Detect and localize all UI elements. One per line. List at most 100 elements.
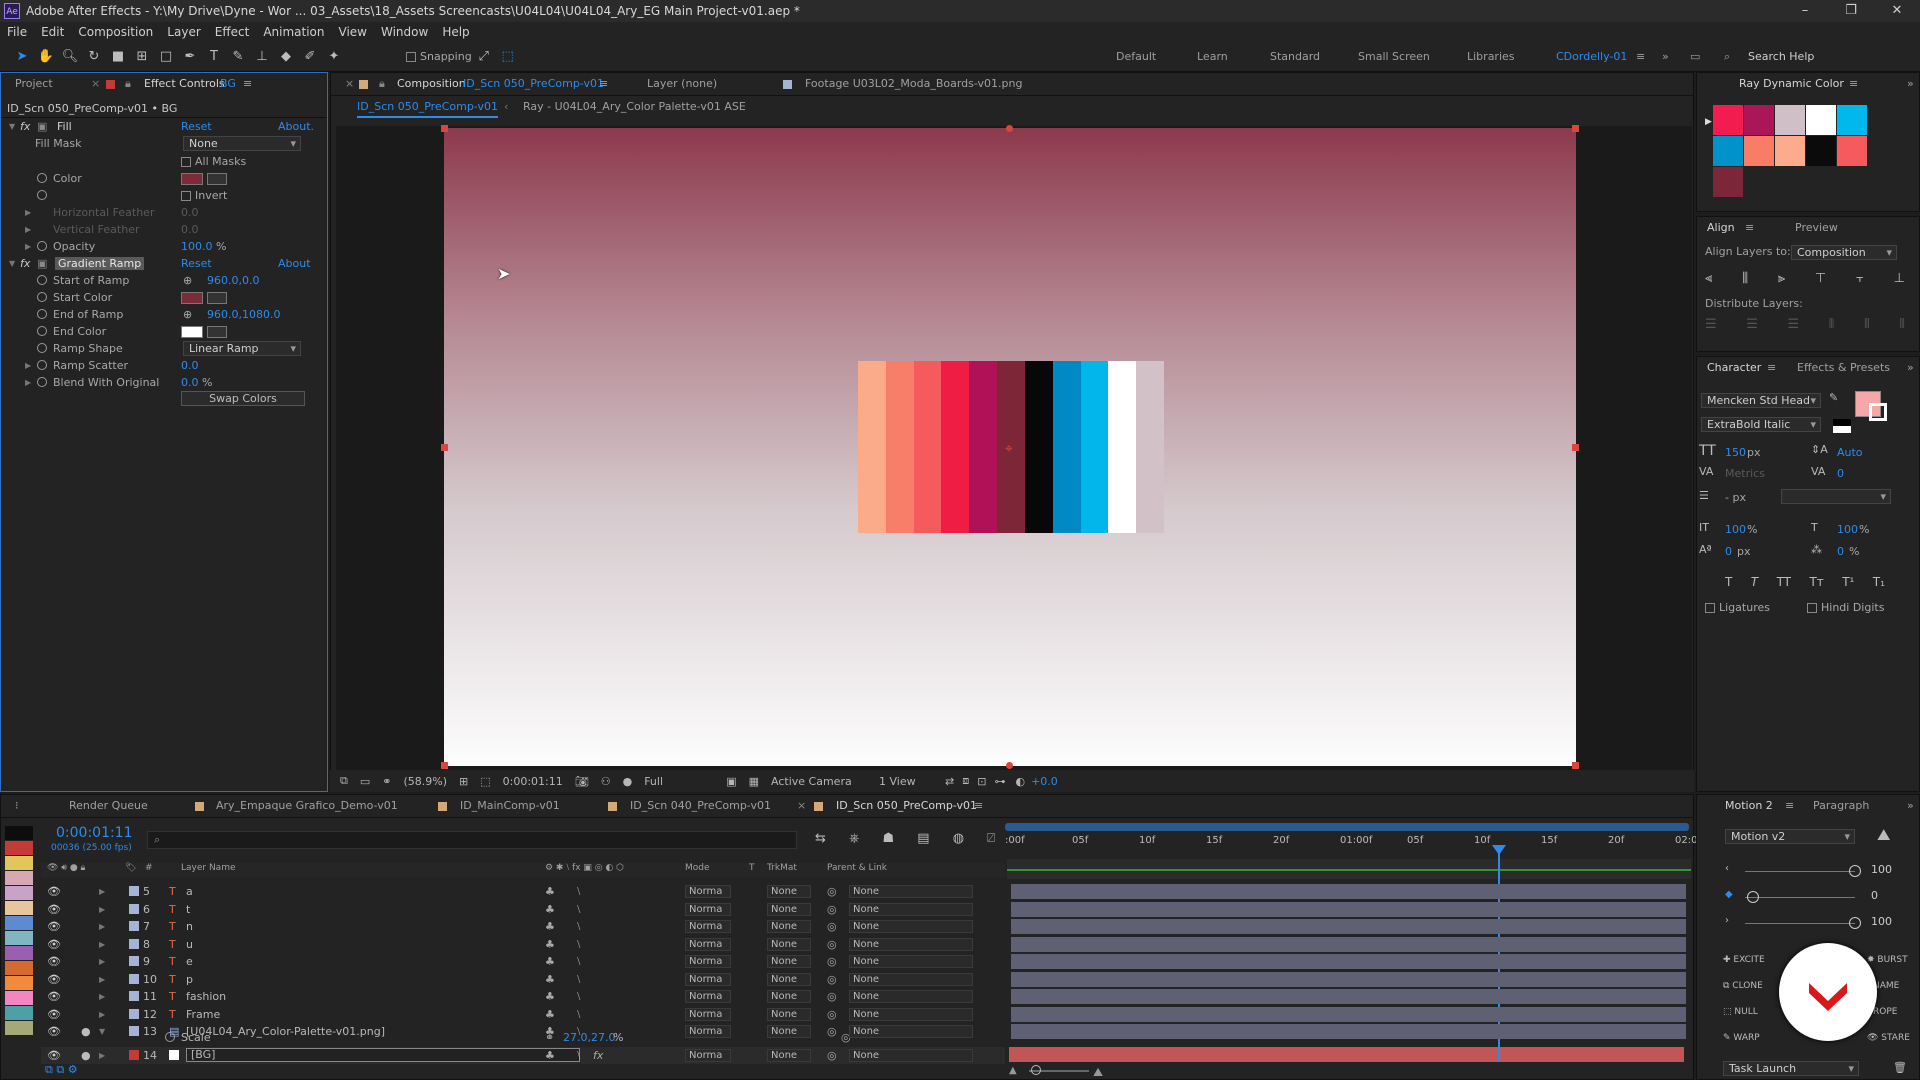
zoom-tool-icon[interactable]: 🔍︎ [58, 45, 82, 69]
pickwhip-icon[interactable]: ◎ [827, 918, 837, 935]
trkmat-dropdown[interactable]: None [767, 1049, 811, 1062]
timeline-timecode[interactable]: 0:00:01:11 [56, 825, 133, 841]
expand-panels-icon[interactable]: » [1907, 75, 1914, 93]
layer-label-color[interactable] [129, 921, 139, 931]
ray-color-swatch[interactable] [1713, 136, 1743, 166]
current-time[interactable]: 0:00:01:11 [503, 775, 563, 788]
eyedropper-icon[interactable] [207, 326, 227, 338]
panel-menu-icon[interactable]: ≡ [1785, 797, 1794, 815]
layer-name[interactable]: e [186, 953, 193, 970]
brush-tool-icon[interactable]: ✎ [226, 45, 250, 69]
swap-colors-button[interactable]: Swap Colors [181, 391, 305, 406]
tab-paragraph[interactable]: Paragraph [1813, 797, 1869, 815]
motion-version-dropdown[interactable]: Motion v2 [1725, 829, 1855, 844]
trkmat-dropdown[interactable]: None [767, 920, 811, 933]
mode-dropdown[interactable]: Norma [685, 1007, 731, 1021]
parent-dropdown[interactable]: None [849, 1049, 973, 1062]
grid-icon[interactable]: ⊞ [459, 775, 468, 788]
expand-layer-icon[interactable]: ▶ [99, 1047, 105, 1064]
expand-gradient-icon[interactable]: ▼ [9, 255, 15, 272]
baseline-shift-value[interactable]: 0 [1725, 545, 1732, 558]
quality-switch-icon[interactable]: ⧵ [577, 1006, 580, 1023]
visibility-eye-icon[interactable]: 👁︎ [47, 953, 61, 970]
pan-behind-tool-icon[interactable]: ⊞ [130, 45, 154, 69]
font-style-dropdown[interactable]: ExtraBold Italic [1701, 417, 1821, 432]
palette-arrow-icon[interactable]: ▶ [1705, 117, 1712, 127]
breadcrumb-precomp[interactable]: Ray - U04L04_Ary_Color Palette-v01 ASE [523, 98, 746, 116]
label-color-chip[interactable] [5, 991, 33, 1005]
label-color-chip[interactable] [5, 841, 33, 855]
layer-handle[interactable] [1572, 762, 1579, 769]
tsume-value[interactable]: 0 [1837, 545, 1844, 558]
maximize-button[interactable]: ❐ [1828, 0, 1874, 22]
fill-mask-dropdown[interactable]: None [183, 136, 301, 151]
ramp-shape-dropdown[interactable]: Linear Ramp [183, 341, 301, 356]
layer-handle[interactable] [1006, 762, 1013, 769]
distribute-hcenter-icon[interactable]: ⦀ [1864, 317, 1870, 332]
layer-name[interactable]: [U04L04_Ary_Color-Palette-v01.png] [186, 1023, 385, 1040]
tracking-value[interactable]: 0 [1837, 467, 1844, 480]
parent-dropdown[interactable]: None [849, 937, 973, 951]
workspace-learn[interactable]: Learn [1197, 42, 1228, 72]
pickwhip-icon[interactable]: ◎ [827, 936, 837, 953]
clone-button[interactable]: ⧉ CLONE [1723, 981, 1763, 991]
lock-icon[interactable]: 🔒︎ [125, 75, 131, 93]
label-color-chip[interactable] [5, 961, 33, 975]
tab-character[interactable]: Character [1707, 359, 1761, 377]
anchor-point-icon[interactable]: ⌖ [1005, 441, 1013, 457]
stopwatch-icon[interactable] [37, 241, 47, 251]
layer-label-color[interactable] [129, 1026, 139, 1036]
align-hcenter-icon[interactable]: ⫼ [1742, 271, 1748, 286]
workspace-default[interactable]: Default [1116, 42, 1156, 72]
all-masks-checkbox[interactable]: All Masks [181, 153, 246, 170]
tab-align[interactable]: Align [1707, 219, 1735, 237]
layer-handle[interactable] [1572, 125, 1579, 132]
label-color-chip[interactable] [5, 931, 33, 945]
menu-effect[interactable]: Effect [215, 25, 250, 39]
distribute-right-icon[interactable]: ⦀ [1899, 317, 1905, 332]
label-color-chip[interactable] [5, 901, 33, 915]
ray-color-swatch[interactable] [1744, 136, 1774, 166]
menu-animation[interactable]: Animation [263, 25, 324, 39]
panel-menu-icon[interactable]: ≡ [243, 75, 252, 93]
menu-view[interactable]: View [339, 25, 367, 39]
quality-switch-icon[interactable]: ⧵ [577, 988, 580, 1005]
channels-icon[interactable]: ● [623, 775, 633, 788]
label-color-chip[interactable] [5, 1021, 33, 1035]
label-color-chip[interactable] [5, 916, 33, 930]
gradient-ramp-effect-name[interactable]: Gradient Ramp [55, 257, 145, 270]
parent-dropdown[interactable]: None [849, 920, 973, 933]
toggle-switches-icon[interactable]: ⧉ [45, 1063, 53, 1076]
ray-color-swatch[interactable] [1744, 105, 1774, 135]
layer-duration-bar[interactable] [1011, 884, 1686, 899]
motion-slider-1[interactable]: ‹ 100 [1725, 863, 1915, 881]
layer-row[interactable]: 👁︎ ▶ 11 Tfashion ♣ ⧵ Norma None ◎ None [41, 988, 1005, 1005]
layer-row-bg[interactable]: 👁︎ ● ▶ 14 [BG] ♣ ⧵ fx Norma None ◎ None [41, 1047, 1005, 1064]
rotation-tool-icon[interactable]: ↻ [82, 45, 106, 69]
slider-thumb[interactable] [1747, 891, 1759, 903]
tab-effects-presets[interactable]: Effects & Presets [1797, 359, 1890, 377]
pickwhip-icon[interactable]: ◎ [827, 1023, 837, 1040]
trkmat-dropdown[interactable]: None [767, 1007, 811, 1021]
visibility-eye-icon[interactable]: 👁︎ [47, 1023, 61, 1040]
layer-row[interactable]: 👁︎ ▶ 10 Tp ♣ ⧵ Norma None ◎ None [41, 971, 1005, 988]
mode-dropdown[interactable]: Norma [685, 955, 731, 968]
layer-name[interactable]: a [186, 883, 193, 900]
stopwatch-icon[interactable] [37, 173, 47, 183]
flowchart-icon[interactable]: ⊶ [994, 775, 1005, 788]
timeline-zoom-slider[interactable]: ▲ ⛰ [1009, 1065, 1309, 1079]
layer-name[interactable]: [BG] [186, 1048, 580, 1062]
minimize-button[interactable]: – [1782, 0, 1828, 22]
clone-stamp-tool-icon[interactable]: ⊥ [250, 45, 274, 69]
layer-name-header[interactable]: Layer Name [181, 863, 236, 873]
opacity-value[interactable]: 100.0 [181, 240, 213, 253]
mode-dropdown[interactable]: Norma [685, 972, 731, 986]
quality-switch-icon[interactable]: ⧵ [577, 1047, 580, 1064]
fill-about-link[interactable]: About. [278, 118, 314, 135]
fx-toggle-icon[interactable]: fx [20, 118, 30, 135]
panel-menu-icon[interactable]: ≡ [1767, 359, 1776, 377]
gradient-about-link[interactable]: About [278, 255, 311, 272]
visibility-eye-icon[interactable]: 👁︎ [47, 988, 61, 1005]
align-vcenter-icon[interactable]: ⫟ [1856, 271, 1864, 286]
shy-switch-icon[interactable]: ♣ [545, 1023, 555, 1040]
